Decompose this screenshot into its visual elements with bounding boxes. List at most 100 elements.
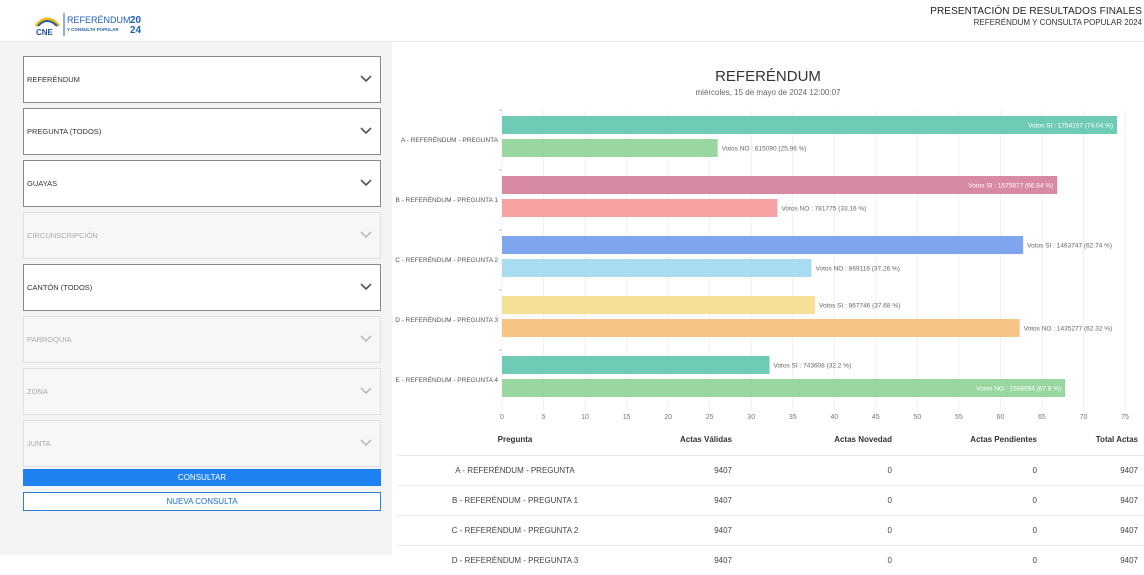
bar-data-label: Votos NO : 1435277 (62.32 %)	[1024, 326, 1113, 333]
bar	[502, 199, 778, 217]
select-label: ZONA	[27, 387, 48, 396]
x-tick-label: 25	[706, 414, 714, 421]
results-bar-chart: 0 5 10 15 20 25 30 35 40 45 50 55 60 65 70 75 A - REFERÉ…	[395, 109, 1129, 421]
bar-data-label: Votos NO : 1566084 (67.8 %)	[976, 386, 1061, 393]
bar-data-label: Votos NO : 869116 (37.26 %)	[816, 266, 900, 273]
chevron-down-icon	[360, 439, 372, 447]
table-row: D - REFERÉNDUM - PREGUNTA 3 9407 0 0 940…	[398, 544, 1144, 575]
column-header: Actas Pendientes	[970, 435, 1037, 445]
chevron-down-icon	[360, 179, 372, 187]
table-row: C - REFERÉNDUM - PREGUNTA 2 9407 0 0 940…	[398, 514, 1144, 545]
category-label: D - REFERÉNDUM - PREGUNTA 3	[395, 315, 498, 324]
chevron-down-icon	[360, 127, 372, 135]
column-header: Actas Válidas	[679, 435, 732, 445]
table-row: A - REFERÉNDUM - PREGUNTA 9407 0 0 9407	[398, 454, 1144, 485]
parroquia-select: PARROQUIA	[23, 316, 381, 363]
brand-line1: REFERÉNDUM	[67, 15, 131, 25]
brand-year-bottom: 24	[130, 25, 142, 36]
brand-line2: Y CONSULTA POPULAR	[67, 27, 119, 32]
bar	[502, 139, 718, 157]
category-label: A - REFERÉNDUM - PREGUNTA	[401, 135, 499, 144]
zona-select: ZONA	[23, 368, 381, 415]
table-cell: 9407	[638, 454, 738, 485]
bar	[502, 259, 812, 277]
header-subtitle: REFERÉNDUM Y CONSULTA POPULAR 2024	[973, 18, 1142, 27]
chevron-down-icon	[360, 75, 372, 83]
cne-logo: CNE REFERÉNDUM Y CONSULTA POPULAR 20 24	[34, 13, 142, 37]
bar-data-label: Votos SI : 867746 (37.68 %)	[819, 303, 900, 310]
table-cell: 0	[738, 454, 898, 485]
column-header: Pregunta	[497, 435, 533, 445]
table-header-row: Pregunta Actas Válidas Actas Novedad Act…	[398, 425, 1144, 455]
table-cell: 9407	[638, 544, 738, 575]
bar-data-label: Votos SI : 1754157 (74.04 %)	[1028, 123, 1113, 130]
select-label: PREGUNTA (TODOS)	[27, 127, 102, 136]
top-header: CNE REFERÉNDUM Y CONSULTA POPULAR 20 24 …	[0, 0, 1144, 42]
x-tick-label: 10	[581, 414, 589, 421]
pregunta-select[interactable]: PREGUNTA (TODOS)	[23, 108, 381, 155]
table-cell: 0	[898, 514, 1043, 545]
table-cell: 0	[898, 544, 1043, 575]
actas-table: Pregunta Actas Válidas Actas Novedad Act…	[398, 425, 1144, 575]
nueva-consulta-button[interactable]: NUEVA CONSULTA	[23, 492, 381, 511]
table-cell: A - REFERÉNDUM - PREGUNTA	[398, 454, 638, 485]
bar-data-label: Votos NO : 781775 (33.16 %)	[781, 206, 866, 213]
bar-data-label: Votos NO : 615090 (25.96 %)	[722, 146, 807, 153]
category-label: C - REFERÉNDUM - PREGUNTA 2	[395, 255, 498, 264]
table-cell: 9407	[1043, 454, 1144, 485]
table-cell: 0	[738, 484, 898, 515]
bar	[502, 296, 815, 314]
referendum-select[interactable]: REFERÉNDUM	[23, 56, 381, 103]
chevron-down-icon	[360, 283, 372, 291]
table-cell: 9407	[638, 514, 738, 545]
x-tick-label: 55	[955, 414, 963, 421]
x-tick-label: 75	[1121, 414, 1129, 421]
bar	[502, 116, 1118, 134]
bar	[502, 236, 1024, 254]
chevron-down-icon	[360, 387, 372, 395]
select-label: CIRCUNSCRIPCIÓN	[27, 231, 98, 240]
table-cell: 0	[898, 454, 1043, 485]
select-label: REFERÉNDUM	[27, 75, 80, 84]
table-cell: 0	[898, 484, 1043, 515]
chevron-down-icon	[360, 335, 372, 343]
table-cell: D - REFERÉNDUM - PREGUNTA 3	[398, 544, 638, 575]
bar	[502, 356, 770, 374]
table-cell: C - REFERÉNDUM - PREGUNTA 2	[398, 514, 638, 545]
header-title: PRESENTACIÓN DE RESULTADOS FINALES	[930, 6, 1142, 17]
bar	[502, 319, 1020, 337]
table-cell: 0	[738, 514, 898, 545]
table-row: B - REFERÉNDUM - PREGUNTA 1 9407 0 0 940…	[398, 484, 1144, 515]
column-header: Total Actas	[1095, 435, 1138, 445]
column-header: Actas Novedad	[834, 435, 892, 445]
x-tick-label: 65	[1038, 414, 1046, 421]
canton-select[interactable]: CANTÓN (TODOS)	[23, 264, 381, 311]
select-label: PARROQUIA	[27, 335, 72, 344]
filter-sidebar: REFERÉNDUM PREGUNTA (TODOS) GUAYAS CIRCU…	[0, 42, 392, 555]
table-cell: B - REFERÉNDUM - PREGUNTA 1	[398, 484, 638, 515]
select-label: GUAYAS	[27, 179, 58, 188]
category-label: B - REFERÉNDUM - PREGUNTA 1	[396, 195, 499, 204]
x-tick-label: 70	[1080, 414, 1088, 421]
x-tick-label: 50	[913, 414, 921, 421]
x-tick-label: 45	[872, 414, 880, 421]
x-tick-label: 30	[747, 414, 755, 421]
logo-text: CNE	[36, 28, 54, 37]
category-label: E - REFERÉNDUM - PREGUNTA 4	[396, 375, 499, 384]
x-tick-label: 35	[789, 414, 797, 421]
chevron-down-icon	[360, 231, 372, 239]
x-tick-label: 0	[500, 414, 504, 421]
x-tick-label: 60	[997, 414, 1005, 421]
select-label: JUNTA	[27, 439, 51, 448]
select-label: CANTÓN (TODOS)	[27, 283, 93, 292]
table-cell: 9407	[1043, 514, 1144, 545]
x-tick-label: 20	[664, 414, 672, 421]
consultar-button[interactable]: CONSULTAR	[23, 469, 381, 486]
bar-data-label: Votos SI : 743608 (32.2 %)	[773, 363, 851, 370]
table-cell: 9407	[1043, 484, 1144, 515]
junta-select: JUNTA	[23, 420, 381, 467]
x-tick-label: 15	[623, 414, 631, 421]
results-panel: REFERÉNDUM miércoles, 15 de mayo de 2024…	[392, 42, 1144, 575]
x-tick-label: 40	[830, 414, 838, 421]
provincia-select[interactable]: GUAYAS	[23, 160, 381, 207]
